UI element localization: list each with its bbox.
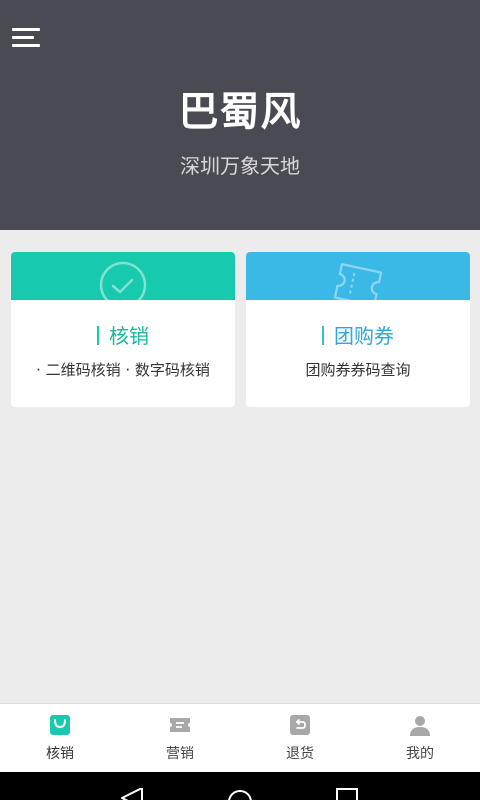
nav-item-marketing[interactable]: 营销 <box>120 704 240 772</box>
verify-card-title: 核销 <box>11 322 235 350</box>
group-coupon-card-description: 团购券券码查询 <box>305 361 411 379</box>
nav-label-mine: 我的 <box>406 746 434 762</box>
shopping-bag-icon <box>50 715 70 735</box>
back-icon[interactable] <box>118 788 146 800</box>
recents-icon[interactable] <box>336 788 358 800</box>
system-navigation-bar <box>0 772 480 800</box>
verify-card[interactable]: 核销 · 二维码核销 · 数字码核销 <box>11 252 235 407</box>
verify-card-description: · 二维码核销 · 数字码核销 <box>36 361 210 379</box>
verify-card-banner <box>11 252 235 300</box>
nav-item-verify[interactable]: 核销 <box>0 704 120 772</box>
nav-label-returns: 退货 <box>286 746 314 762</box>
verify-card-title-text: 核销 <box>109 324 149 348</box>
nav-item-mine[interactable]: 我的 <box>360 704 480 772</box>
nav-label-marketing: 营销 <box>166 746 194 762</box>
hamburger-menu-icon[interactable] <box>12 26 42 50</box>
group-coupon-card-title-text: 团购券 <box>334 324 394 348</box>
nav-label-verify: 核销 <box>46 746 74 762</box>
store-name: 巴蜀风 <box>178 89 302 135</box>
nav-item-returns[interactable]: 退货 <box>240 704 360 772</box>
return-icon <box>290 715 310 735</box>
ticket-icon <box>333 263 383 300</box>
home-icon[interactable] <box>226 788 254 800</box>
user-icon <box>410 716 430 736</box>
header: 巴蜀风 深圳万象天地 <box>0 0 480 230</box>
group-coupon-card[interactable]: 团购券 团购券券码查询 <box>246 252 470 407</box>
coupon-icon <box>170 718 190 732</box>
bottom-nav: 核销 营销 退货 我的 <box>0 703 480 772</box>
group-coupon-card-banner <box>246 252 470 300</box>
check-circle-icon <box>99 261 147 300</box>
store-location: 深圳万象天地 <box>180 154 300 178</box>
group-coupon-card-title: 团购券 <box>246 322 470 350</box>
